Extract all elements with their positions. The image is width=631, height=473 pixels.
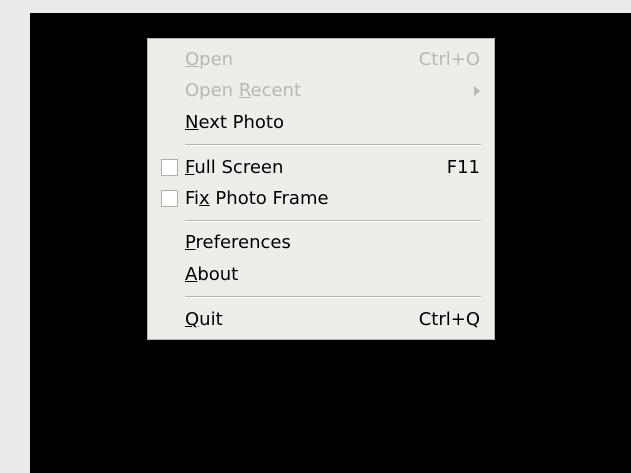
- menu-separator: [185, 296, 481, 298]
- menu-item-open-shortcut: Ctrl+O: [418, 49, 480, 70]
- menu-item-about[interactable]: About: [148, 260, 494, 290]
- menu-separator: [185, 144, 481, 146]
- menu-item-preferences-label: Preferences: [185, 232, 291, 253]
- menu-item-open[interactable]: Open Ctrl+O: [148, 45, 494, 75]
- menu-item-quit[interactable]: Quit Ctrl+Q: [148, 305, 494, 335]
- menu-item-quit-shortcut: Ctrl+Q: [418, 309, 480, 330]
- menu-item-fix-photo-frame-label: Fix Photo Frame: [185, 188, 329, 209]
- menu-item-open-label: Open: [185, 49, 234, 70]
- fix-photo-frame-checkbox[interactable]: [161, 190, 178, 207]
- menu-item-open-recent-label: Open Recent: [185, 80, 302, 101]
- menu-item-about-label: About: [185, 264, 239, 285]
- menu-item-fix-photo-frame[interactable]: Fix Photo Frame: [148, 184, 494, 214]
- menu-item-open-recent[interactable]: Open Recent: [148, 76, 494, 106]
- menu-item-quit-label: Quit: [185, 309, 223, 330]
- menu-item-full-screen-shortcut: F11: [446, 157, 480, 178]
- menu-separator: [185, 220, 481, 222]
- full-screen-checkbox[interactable]: [161, 159, 178, 176]
- context-menu: Open Ctrl+O Open Recent Next Photo Full …: [147, 38, 495, 340]
- menu-item-preferences[interactable]: Preferences: [148, 228, 494, 258]
- menu-item-full-screen-label: Full Screen: [185, 157, 284, 178]
- menu-item-next-photo-label: Next Photo: [185, 112, 285, 133]
- menu-item-next-photo[interactable]: Next Photo: [148, 108, 494, 138]
- menu-item-full-screen[interactable]: Full Screen F11: [148, 153, 494, 183]
- window-frame: Open Ctrl+O Open Recent Next Photo Full …: [0, 0, 631, 473]
- submenu-arrow-icon: [474, 86, 480, 96]
